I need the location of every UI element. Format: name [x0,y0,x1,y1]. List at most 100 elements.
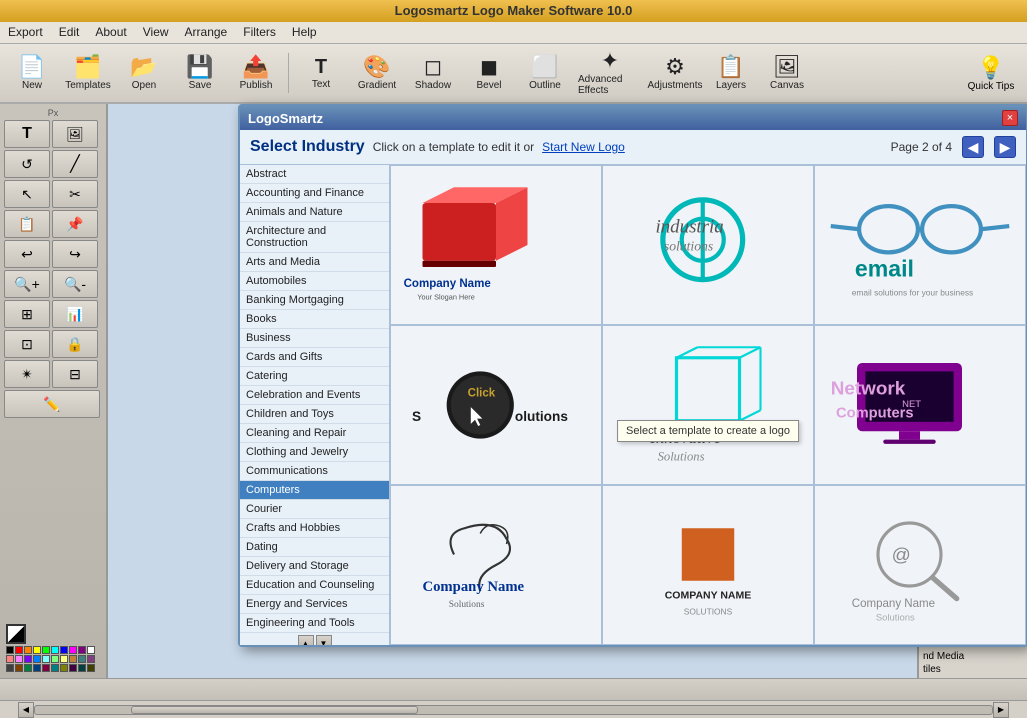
color-black[interactable] [6,646,14,654]
color-purple[interactable] [78,646,86,654]
c4[interactable] [33,655,41,663]
scroll-right-arrow[interactable]: ▶ [993,702,1009,718]
c20[interactable] [87,664,95,672]
industry-communications[interactable]: Communications [240,462,389,481]
c18[interactable] [69,664,77,672]
c15[interactable] [42,664,50,672]
industry-automobiles[interactable]: Automobiles [240,272,389,291]
menu-export[interactable]: Export [6,25,45,40]
toolbar-open[interactable]: 📂 Open [118,48,170,98]
c7[interactable] [60,655,68,663]
industry-computers[interactable]: Computers [240,481,389,500]
tool-effect[interactable]: ✴ [4,360,50,388]
tool-paste[interactable]: 📌 [52,210,98,238]
right-ind-5[interactable]: nd Media [921,650,1025,663]
tool-transform[interactable]: ⊡ [4,330,50,358]
logo-cell-8[interactable]: COMPANY NAME SOLUTIONS [602,485,814,645]
logo-cell-3[interactable]: email email solutions for your business [814,165,1026,325]
toolbar-text[interactable]: T Text [295,48,347,98]
industry-scroll-up[interactable]: ▲ [298,635,314,645]
industry-children[interactable]: Children and Toys [240,405,389,424]
tool-crop[interactable]: ✂ [52,180,98,208]
industry-dating[interactable]: Dating [240,538,389,557]
c10[interactable] [87,655,95,663]
nav-prev-button[interactable]: ◀ [962,136,984,158]
tool-zoom-in[interactable]: 🔍+ [4,270,50,298]
tool-select[interactable]: ↖ [4,180,50,208]
industry-banking[interactable]: Banking Mortgaging [240,291,389,310]
industry-cards[interactable]: Cards and Gifts [240,348,389,367]
c16[interactable] [51,664,59,672]
industry-clothing[interactable]: Clothing and Jewelry [240,443,389,462]
color-orange[interactable] [24,646,32,654]
c8[interactable] [69,655,77,663]
menu-arrange[interactable]: Arrange [183,25,230,40]
toolbar-outline[interactable]: ⬜ Outline [519,48,571,98]
toolbar-adjustments[interactable]: ⚙ Adjustments [649,48,701,98]
tool-undo[interactable]: ↺ [4,150,50,178]
tool-line[interactable]: ╱ [52,150,98,178]
industry-energy[interactable]: Energy and Services [240,595,389,614]
industry-arts[interactable]: Arts and Media [240,253,389,272]
industry-delivery[interactable]: Delivery and Storage [240,557,389,576]
color-red[interactable] [15,646,23,654]
logo-cell-7[interactable]: Company Name Solutions [390,485,602,645]
logo-cell-5[interactable]: Innovative Solutions [602,325,814,485]
toolbar-shadow[interactable]: ◻ Shadow [407,48,459,98]
color-swap[interactable] [6,624,26,644]
start-new-logo-link[interactable]: Start New Logo [542,140,625,154]
toolbar-layers[interactable]: 📋 Layers [705,48,757,98]
c9[interactable] [78,655,86,663]
color-magenta[interactable] [69,646,77,654]
right-ind-6[interactable]: tiles [921,663,1025,676]
color-cyan[interactable] [51,646,59,654]
industry-crafts[interactable]: Crafts and Hobbies [240,519,389,538]
horizontal-scrollbar[interactable]: ◀ ▶ [0,700,1027,718]
industry-courier[interactable]: Courier [240,500,389,519]
dialog-close-button[interactable]: × [1002,110,1018,126]
toolbar-new[interactable]: 📄 New [6,48,58,98]
toolbar-bevel[interactable]: ◼ Bevel [463,48,515,98]
quick-tips-button[interactable]: 💡 Quick Tips [961,55,1021,92]
color-yellow[interactable] [33,646,41,654]
tool-zoom-out[interactable]: 🔍- [52,270,98,298]
industry-architecture[interactable]: Architecture and Construction [240,222,389,253]
menu-edit[interactable]: Edit [57,25,82,40]
industry-books[interactable]: Books [240,310,389,329]
industry-education[interactable]: Education and Counseling [240,576,389,595]
color-blue[interactable] [60,646,68,654]
tool-redo[interactable]: ↩ [4,240,50,268]
c1[interactable] [6,655,14,663]
scroll-track[interactable] [34,705,993,715]
industry-accounting[interactable]: Accounting and Finance [240,184,389,203]
menu-filters[interactable]: Filters [241,25,278,40]
tool-copy[interactable]: 📋 [4,210,50,238]
menu-help[interactable]: Help [290,25,319,40]
tool-chart[interactable]: 📊 [52,300,98,328]
c3[interactable] [24,655,32,663]
scroll-thumb[interactable] [131,706,418,714]
logo-cell-4[interactable]: Click S olutions [390,325,602,485]
tool-more[interactable]: ⊟ [52,360,98,388]
tool-text[interactable]: T [4,120,50,148]
industry-animals[interactable]: Animals and Nature [240,203,389,222]
tool-pen[interactable]: ✏️ [4,390,100,418]
industry-catering[interactable]: Catering [240,367,389,386]
tool-grid[interactable]: ⊞ [4,300,50,328]
toolbar-publish[interactable]: 📤 Publish [230,48,282,98]
c2[interactable] [15,655,23,663]
menu-about[interactable]: About [93,25,128,40]
toolbar-gradient[interactable]: 🎨 Gradient [351,48,403,98]
industry-cleaning[interactable]: Cleaning and Repair [240,424,389,443]
logo-cell-2[interactable]: industria solutions [602,165,814,325]
industry-engineering[interactable]: Engineering and Tools [240,614,389,633]
industry-celebration[interactable]: Celebration and Events [240,386,389,405]
industry-business[interactable]: Business [240,329,389,348]
c11[interactable] [6,664,14,672]
scroll-left-arrow[interactable]: ◀ [18,702,34,718]
logo-cell-1[interactable]: Company Name Your Slogan Here [390,165,602,325]
tool-image[interactable]: 🖼 [52,120,98,148]
c12[interactable] [15,664,23,672]
industry-abstract[interactable]: Abstract [240,165,389,184]
industry-scroll-down[interactable]: ▼ [316,635,332,645]
